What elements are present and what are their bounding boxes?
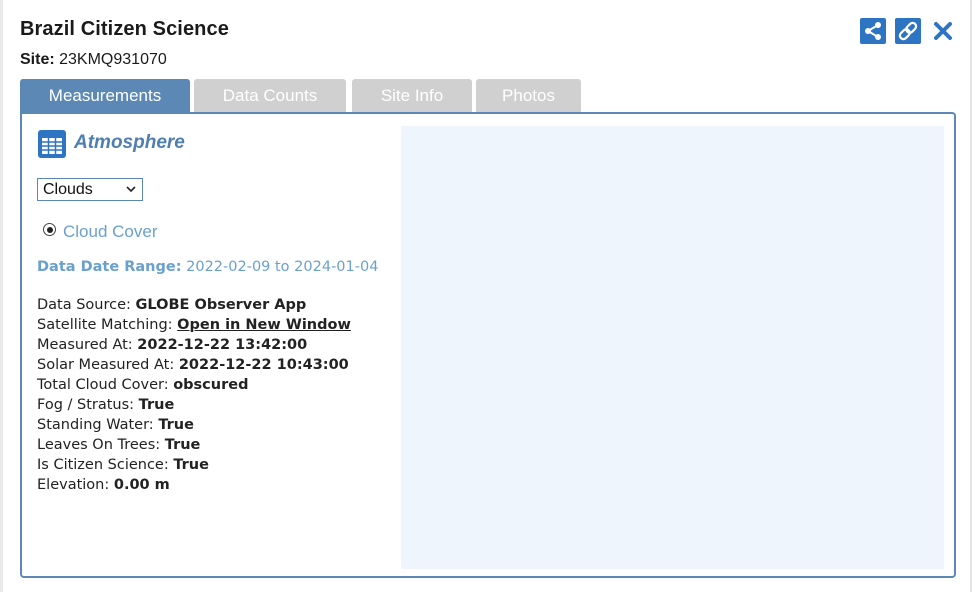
info-value: 0.00 m bbox=[113, 477, 170, 493]
info-label: Standing Water: bbox=[37, 417, 159, 433]
info-label: Fog / Stratus: bbox=[37, 397, 139, 413]
close-button[interactable] bbox=[930, 18, 956, 44]
info-row-measured-at: Measured At: 2022-12-22 13:42:00 bbox=[37, 336, 351, 356]
share-button[interactable] bbox=[860, 18, 886, 44]
info-row-standing-water: Standing Water: True bbox=[37, 416, 351, 436]
tab-measurements[interactable]: Measurements bbox=[20, 79, 190, 112]
radio-dot bbox=[46, 226, 53, 233]
info-row-leaves-on-trees: Leaves On Trees: True bbox=[37, 436, 351, 456]
info-value: True bbox=[138, 397, 175, 413]
cloud-cover-radio[interactable] bbox=[43, 223, 56, 236]
link-icon bbox=[898, 21, 918, 41]
site-line: Site: 23KMQ931070 bbox=[20, 51, 167, 69]
info-row-solar-measured-at: Solar Measured At: 2022-12-22 10:43:00 bbox=[37, 356, 351, 376]
measurement-details: Data Source: GLOBE Observer App Satellit… bbox=[37, 296, 351, 496]
open-in-new-window-link[interactable]: Open in New Window bbox=[177, 317, 351, 333]
table-icon bbox=[38, 130, 66, 158]
popup-title: Brazil Citizen Science bbox=[20, 18, 229, 40]
info-label: Measured At: bbox=[37, 337, 138, 353]
chevron-down-icon bbox=[126, 186, 136, 193]
info-row-total-cloud-cover: Total Cloud Cover: obscured bbox=[37, 376, 351, 396]
tab-data-counts[interactable]: Data Counts bbox=[194, 79, 346, 112]
link-button[interactable] bbox=[895, 18, 921, 44]
site-label: Site: bbox=[20, 51, 55, 68]
info-label: Elevation: bbox=[37, 477, 114, 493]
info-value: obscured bbox=[173, 377, 249, 393]
info-row-is-citizen-science: Is Citizen Science: True bbox=[37, 456, 351, 476]
info-label: Leaves On Trees: bbox=[37, 437, 165, 453]
info-row-elevation: Elevation: 0.00 m bbox=[37, 476, 351, 496]
tab-photos[interactable]: Photos bbox=[476, 79, 581, 112]
info-value: 2022-12-22 13:42:00 bbox=[137, 337, 308, 353]
measurement-type-select[interactable]: Clouds bbox=[37, 178, 143, 201]
tab-site-info[interactable]: Site Info bbox=[352, 79, 472, 112]
info-value: GLOBE Observer App bbox=[135, 297, 307, 313]
info-row-satellite-matching: Satellite Matching: Open in New Window bbox=[37, 316, 351, 336]
info-value: 2022-12-22 10:43:00 bbox=[178, 357, 349, 373]
info-row-fog-stratus: Fog / Stratus: True bbox=[37, 396, 351, 416]
info-value: True bbox=[158, 417, 194, 433]
info-row-data-source: Data Source: GLOBE Observer App bbox=[37, 296, 351, 316]
date-range-value: 2022-02-09 to 2024-01-04 bbox=[186, 259, 379, 275]
section-title: Atmosphere bbox=[74, 132, 185, 153]
chart-area bbox=[401, 126, 944, 569]
share-icon bbox=[865, 22, 881, 40]
info-label: Solar Measured At: bbox=[37, 357, 179, 373]
date-range-label: Data Date Range: bbox=[37, 259, 182, 275]
select-value: Clouds bbox=[43, 181, 93, 198]
background-edge-left bbox=[0, 0, 3, 592]
info-label: Total Cloud Cover: bbox=[37, 377, 174, 393]
cloud-cover-radio-label[interactable]: Cloud Cover bbox=[63, 222, 158, 242]
close-icon bbox=[934, 22, 952, 40]
info-value: True bbox=[173, 457, 209, 473]
info-label: Satellite Matching: bbox=[37, 317, 178, 333]
site-value: 23KMQ931070 bbox=[59, 51, 167, 68]
info-value: True bbox=[164, 437, 201, 453]
info-label: Data Source: bbox=[37, 297, 136, 313]
info-label: Is Citizen Science: bbox=[37, 457, 174, 473]
data-date-range: Data Date Range: 2022-02-09 to 2024-01-0… bbox=[37, 259, 378, 275]
